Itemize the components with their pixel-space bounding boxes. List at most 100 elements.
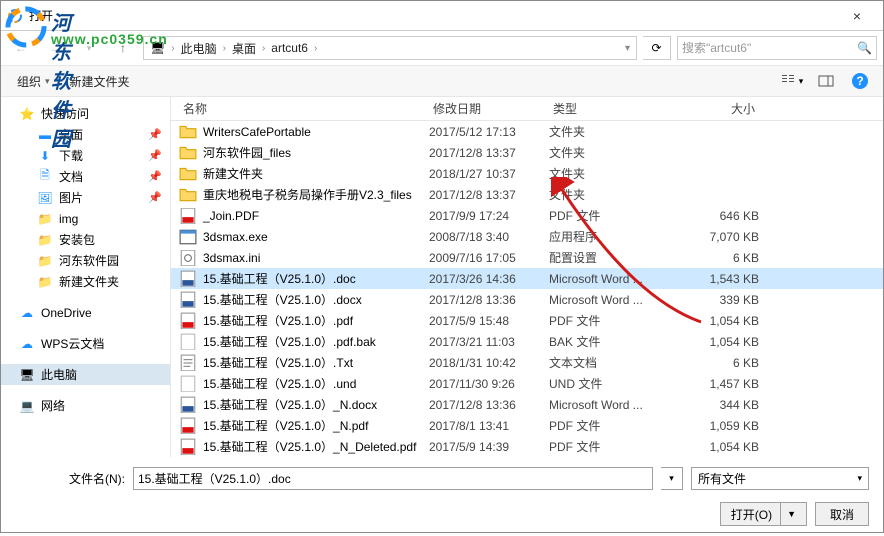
organize-button[interactable]: 组织▾	[9, 70, 58, 93]
file-row[interactable]: 新建文件夹 2018/1/27 10:37文件夹	[171, 163, 883, 184]
back-button[interactable]: ←	[7, 36, 35, 60]
file-row[interactable]: 重庆地税电子税务局操作手册V2.3_files2017/12/8 13:37文件…	[171, 184, 883, 205]
sidebar-item-folder[interactable]: 📁img	[1, 208, 170, 229]
sidebar-item-folder[interactable]: 📁新建文件夹	[1, 271, 170, 292]
header-name[interactable]: 名称	[179, 100, 429, 117]
file-date: 2018/1/27 10:37	[429, 167, 549, 181]
file-date: 2017/5/12 17:13	[429, 125, 549, 139]
network-icon: 💻	[19, 398, 35, 414]
file-date: 2018/1/31 10:42	[429, 356, 549, 370]
header-type[interactable]: 类型	[549, 100, 679, 117]
file-row[interactable]: 15.基础工程（V25.1.0）.Txt2018/1/31 10:42文本文档6…	[171, 352, 883, 373]
refresh-button[interactable]: ⟳	[643, 36, 671, 60]
file-name: 新建文件夹	[203, 165, 263, 182]
file-size: 7,070 KB	[679, 230, 759, 244]
address-dropdown-icon[interactable]: ▾	[625, 43, 630, 54]
file-row[interactable]: 15.基础工程（V25.1.0）_N.pdf2017/8/1 13:41PDF …	[171, 415, 883, 436]
sidebar-thispc[interactable]: 🖥此电脑	[1, 364, 170, 385]
file-size: 1,054 KB	[679, 440, 759, 454]
doc-icon	[179, 271, 197, 287]
sidebar-onedrive[interactable]: ☁OneDrive	[1, 302, 170, 323]
file-name: 15.基础工程（V25.1.0）_N_Deleted.pdf	[203, 438, 416, 455]
open-button[interactable]: 打开(O)▼	[720, 502, 807, 526]
document-icon: 🗎	[37, 169, 53, 185]
folder-icon	[179, 166, 197, 182]
file-row[interactable]: 15.基础工程（V25.1.0）.doc2017/3/26 14:36Micro…	[171, 268, 883, 289]
file-type: 文件夹	[549, 165, 679, 182]
breadcrumb[interactable]: 此电脑	[181, 40, 217, 57]
filename-input[interactable]	[133, 467, 653, 490]
up-button[interactable]: ↑	[109, 36, 137, 60]
preview-pane-button[interactable]	[811, 70, 841, 92]
help-button[interactable]: ?	[845, 70, 875, 92]
download-icon: ⬇	[37, 148, 53, 164]
file-size: 1,054 KB	[679, 335, 759, 349]
file-size: 6 KB	[679, 356, 759, 370]
folder-icon	[179, 145, 197, 161]
close-button[interactable]: ×	[837, 8, 877, 24]
file-name: 3dsmax.exe	[203, 230, 268, 244]
sidebar-quick-access[interactable]: ⭐快速访问	[1, 103, 170, 124]
pin-icon: 📌	[148, 170, 162, 183]
file-row[interactable]: 3dsmax.ini2009/7/16 17:05配置设置6 KB	[171, 247, 883, 268]
sidebar-item-folder[interactable]: 📁河东软件园	[1, 250, 170, 271]
file-row[interactable]: 河东软件园_files2017/12/8 13:37文件夹	[171, 142, 883, 163]
search-input[interactable]	[682, 41, 853, 55]
sidebar-item-folder[interactable]: 📁安装包	[1, 229, 170, 250]
file-name: 15.基础工程（V25.1.0）.docx	[203, 291, 362, 308]
titlebar: 打开 ×	[1, 1, 883, 31]
search-box[interactable]: 🔍	[677, 36, 877, 60]
file-type: BAK 文件	[549, 333, 679, 350]
file-date: 2009/7/16 17:05	[429, 251, 549, 265]
file-size: 646 KB	[679, 209, 759, 223]
file-row[interactable]: 15.基础工程（V25.1.0）.pdf.bak2017/3/21 11:03B…	[171, 331, 883, 352]
file-name: 河东软件园_files	[203, 144, 291, 161]
view-mode-button[interactable]: ▾	[777, 70, 807, 92]
file-row[interactable]: 15.基础工程（V25.1.0）.pdf2017/5/9 15:48PDF 文件…	[171, 310, 883, 331]
file-size: 1,054 KB	[679, 314, 759, 328]
file-row[interactable]: 3dsmax.exe 2008/7/18 3:40应用程序7,070 KB	[171, 226, 883, 247]
file-date: 2017/3/26 14:36	[429, 272, 549, 286]
txt-icon	[179, 355, 197, 371]
newfolder-button[interactable]: 新建文件夹	[62, 70, 138, 93]
filename-dropdown[interactable]: ▾	[661, 467, 683, 490]
pin-icon: 📌	[148, 128, 162, 141]
file-row[interactable]: 15.基础工程（V25.1.0）.und2017/11/30 9:26UND 文…	[171, 373, 883, 394]
address-bar[interactable]: 🖥 › 此电脑 › 桌面 › artcut6 › ▾	[143, 36, 637, 60]
desktop-icon: ▬	[37, 127, 53, 143]
ini-icon	[179, 250, 197, 266]
file-row[interactable]: 15.基础工程（V25.1.0）.docx2017/12/8 13:36Micr…	[171, 289, 883, 310]
forward-button[interactable]: →	[41, 36, 69, 60]
header-date[interactable]: 修改日期	[429, 100, 549, 117]
file-name: 15.基础工程（V25.1.0）_N.pdf	[203, 417, 368, 434]
recent-dropdown[interactable]: ▾	[75, 36, 103, 60]
file-size: 1,457 KB	[679, 377, 759, 391]
file-row[interactable]: 15.基础工程（V25.1.0）_N_Deleted.pdf2017/5/9 1…	[171, 436, 883, 457]
filetype-filter[interactable]: 所有文件▾	[691, 467, 869, 490]
file-type: 文本文档	[549, 354, 679, 371]
file-row[interactable]: WritersCafePortable2017/5/12 17:13文件夹	[171, 121, 883, 142]
sidebar-item-downloads[interactable]: ⬇下载📌	[1, 145, 170, 166]
file-date: 2008/7/18 3:40	[429, 230, 549, 244]
sidebar-item-desktop[interactable]: ▬桌面📌	[1, 124, 170, 145]
sidebar: ⭐快速访问 ▬桌面📌 ⬇下载📌 🗎文档📌 🖼图片📌 📁img 📁安装包 📁河东软…	[1, 97, 171, 457]
file-list[interactable]: WritersCafePortable2017/5/12 17:13文件夹河东软…	[171, 121, 883, 457]
file-type: Microsoft Word ...	[549, 398, 679, 412]
file-size: 1,059 KB	[679, 419, 759, 433]
sidebar-item-documents[interactable]: 🗎文档📌	[1, 166, 170, 187]
cancel-button[interactable]: 取消	[815, 502, 869, 526]
search-icon[interactable]: 🔍	[857, 41, 872, 55]
breadcrumb[interactable]: 桌面	[232, 40, 256, 57]
file-type: 应用程序	[549, 228, 679, 245]
file-row[interactable]: 15.基础工程（V25.1.0）_N.docx2017/12/8 13:36Mi…	[171, 394, 883, 415]
header-size[interactable]: 大小	[679, 100, 759, 117]
breadcrumb[interactable]: artcut6	[271, 41, 308, 55]
app-icon	[7, 8, 23, 24]
file-name: 重庆地税电子税务局操作手册V2.3_files	[203, 186, 412, 203]
und-icon	[179, 376, 197, 392]
sidebar-network[interactable]: 💻网络	[1, 395, 170, 416]
sidebar-item-pictures[interactable]: 🖼图片📌	[1, 187, 170, 208]
file-type: PDF 文件	[549, 438, 679, 455]
sidebar-wps[interactable]: ☁WPS云文档	[1, 333, 170, 354]
file-row[interactable]: _Join.PDF2017/9/9 17:24PDF 文件646 KB	[171, 205, 883, 226]
